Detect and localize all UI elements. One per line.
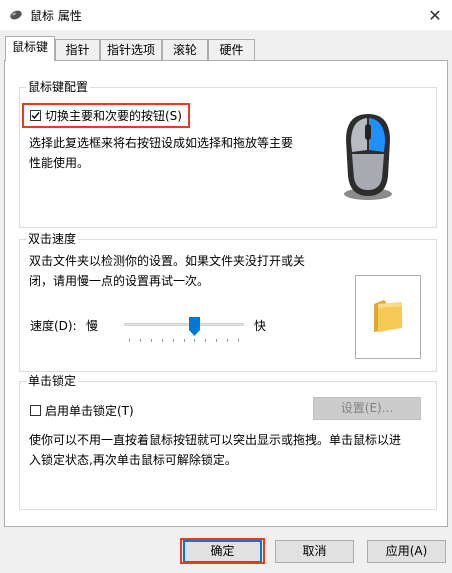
click-lock-title: 单击锁定 — [26, 373, 79, 389]
click-lock-label[interactable]: 启用单击锁定(T) — [45, 402, 134, 419]
slider-tick — [161, 339, 163, 342]
slider-tick — [129, 339, 130, 342]
ok-highlight-box — [180, 538, 265, 564]
fast-label: 快 — [254, 319, 267, 333]
window-title: 鼠标 属性 — [30, 9, 82, 23]
double-click-description: 双击文件夹以检测你的设置。如果文件夹没打开或关 闭，请用慢一点的设置再试一次。 — [29, 254, 306, 288]
swap-highlight-box — [22, 103, 190, 128]
slider-tick — [139, 339, 141, 342]
mouse-icon — [338, 110, 396, 202]
double-click-title: 双击速度 — [26, 231, 79, 247]
tab-pointers[interactable]: 指针 — [55, 39, 100, 60]
apply-button[interactable]: 应用(A) — [367, 540, 446, 563]
slow-label: 慢 — [86, 319, 99, 333]
close-button[interactable]: ✕ — [418, 0, 452, 30]
slider-tick — [150, 339, 152, 342]
tab-pointer-options[interactable]: 指针选项 — [100, 39, 162, 60]
slider-tick — [205, 339, 207, 342]
button-config-title: 鼠标键配置 — [26, 79, 91, 95]
speed-slider-track[interactable] — [124, 323, 244, 326]
title-bar: 鼠标 属性 ✕ — [0, 0, 452, 30]
close-icon: ✕ — [428, 5, 442, 25]
speed-slider-thumb[interactable] — [189, 317, 201, 336]
click-lock-settings-button[interactable]: 设置(E)... — [313, 397, 421, 420]
slider-tick — [227, 339, 229, 342]
tab-hardware[interactable]: 硬件 — [208, 39, 255, 60]
slider-tick — [194, 339, 196, 342]
folder-icon[interactable] — [372, 298, 406, 337]
click-lock-checkbox[interactable] — [30, 405, 41, 416]
cancel-button[interactable]: 取消 — [275, 540, 354, 563]
button-config-description: 选择此复选框来将右按钮设成如选择和拖放等主要 性能使用。 — [29, 136, 294, 170]
speed-label: 速度(D): — [30, 319, 77, 333]
tab-wheel[interactable]: 滚轮 — [162, 39, 208, 60]
click-lock-description: 使你可以不用一直按着鼠标按钮就可以突出显示或拖拽。单击鼠标以进 入锁定状态,再次… — [29, 433, 402, 467]
test-folder-area[interactable] — [355, 275, 421, 359]
slider-tick — [183, 339, 185, 342]
slider-tick — [216, 339, 218, 342]
tab-buttons[interactable]: 鼠标键 — [5, 36, 55, 61]
slider-tick — [238, 339, 239, 342]
slider-tick — [172, 339, 174, 342]
mouse-app-icon — [8, 8, 24, 22]
